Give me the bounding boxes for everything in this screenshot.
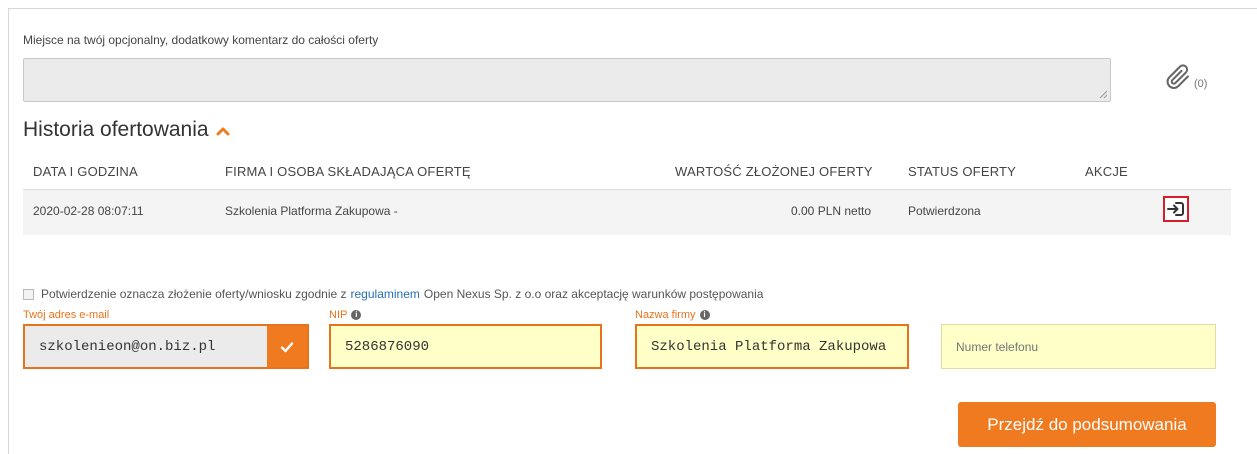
column-header-value: WARTOŚĆ ZŁOŻONEJ OFERTY xyxy=(675,164,873,179)
nip-label-wrap: NIP i xyxy=(329,309,362,321)
checkmark-icon xyxy=(267,326,307,367)
comment-label: Miejsce na twój opcjonalny, dodatkowy ko… xyxy=(23,33,379,47)
consent-checkbox[interactable] xyxy=(23,288,34,300)
consent-row: Potwierdzenie oznacza złożenie oferty/wn… xyxy=(23,287,763,301)
consent-text-after: Open Nexus Sp. z o.o oraz akceptację war… xyxy=(423,287,764,301)
panel-border-left xyxy=(8,8,9,454)
info-icon[interactable]: i xyxy=(699,310,710,320)
column-header-status: STATUS OFERTY xyxy=(908,164,1017,179)
company-label: Nazwa firmy xyxy=(635,309,696,321)
phone-field[interactable] xyxy=(941,324,1216,369)
info-icon[interactable]: i xyxy=(351,310,362,320)
email-field[interactable]: szkolenieon@on.biz.pl xyxy=(23,324,309,369)
attachment-button[interactable]: (0) xyxy=(1163,62,1207,92)
row-date: 2020-02-28 08:07:11 xyxy=(33,204,144,218)
row-value: 0.00 PLN netto xyxy=(791,204,872,218)
company-name-field[interactable]: Szkolenia Platforma Zakupowa xyxy=(635,324,909,369)
resize-grip-icon[interactable] xyxy=(1099,90,1107,98)
open-offer-button[interactable] xyxy=(1163,196,1189,222)
chevron-up-icon[interactable] xyxy=(216,118,230,142)
attachment-count: (0) xyxy=(1194,78,1208,90)
row-company: Szkolenia Platforma Zakupowa - xyxy=(225,204,398,218)
nip-field[interactable]: 5286876090 xyxy=(329,324,602,369)
consent-text-before: Potwierdzenie oznacza złożenie oferty/wn… xyxy=(41,287,347,301)
history-title: Historia ofertowania xyxy=(23,118,209,141)
table-row: 2020-02-28 08:07:11 Szkolenia Platforma … xyxy=(23,190,1231,235)
login-icon xyxy=(1167,202,1184,216)
email-value: szkolenieon@on.biz.pl xyxy=(39,338,216,355)
go-to-summary-button[interactable]: Przejdź do podsumowania xyxy=(958,402,1216,447)
email-label: Twój adres e-mail xyxy=(23,309,110,321)
regulations-link[interactable]: regulaminem xyxy=(351,287,420,301)
column-header-actions: AKCJE xyxy=(1085,164,1128,179)
column-header-date: DATA I GODZINA xyxy=(33,164,138,179)
comment-textarea[interactable] xyxy=(23,58,1111,102)
column-header-company: FIRMA I OSOBA SKŁADAJĄCA OFERTĘ xyxy=(225,164,471,179)
panel-border-top xyxy=(8,8,1257,9)
row-status: Potwierdzona xyxy=(908,204,981,218)
company-label-wrap: Nazwa firmy i xyxy=(635,309,710,321)
history-heading: Historia ofertowania xyxy=(23,118,230,142)
nip-label: NIP xyxy=(329,309,348,321)
table-header: DATA I GODZINA FIRMA I OSOBA SKŁADAJĄCA … xyxy=(23,155,1231,190)
paperclip-icon xyxy=(1166,64,1189,89)
